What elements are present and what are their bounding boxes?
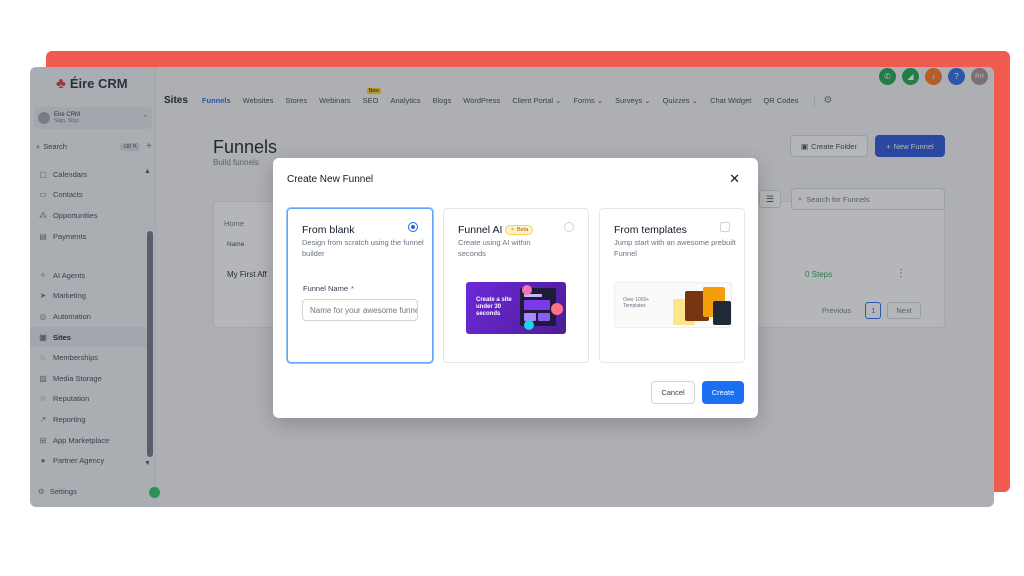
funnel-name-label: Funnel Name * — [303, 284, 354, 293]
option-title: Funnel AI ✧ Beta — [458, 224, 534, 236]
create-button[interactable]: Create — [702, 381, 744, 404]
beta-label: Beta — [516, 227, 529, 234]
option-title: From templates — [614, 224, 687, 236]
radio-from-templates[interactable] — [720, 222, 730, 232]
sparkle-icon: ✧ — [510, 227, 515, 234]
preview-caption: Create a site under 30 seconds — [476, 297, 512, 317]
templates-preview-image: Over 1000+ Templates — [614, 282, 732, 328]
check-icon — [524, 320, 534, 330]
preview-caption: Over 1000+ Templates — [623, 297, 650, 309]
image-icon — [522, 285, 532, 295]
template-card — [713, 301, 731, 325]
option-from-blank[interactable]: From blank Design from scratch using the… — [287, 208, 433, 363]
beta-badge: ✧ Beta — [505, 225, 534, 236]
option-description: Create using AI within seconds — [458, 238, 531, 258]
required-marker: * — [351, 284, 354, 293]
option-from-templates[interactable]: From templates Jump start with an awesom… — [599, 208, 745, 363]
option-title-text: Funnel AI — [458, 224, 503, 236]
funnel-name-label-text: Funnel Name — [303, 284, 349, 293]
create-funnel-modal: Create New Funnel ✕ From blank Design fr… — [273, 158, 758, 418]
cancel-button[interactable]: Cancel — [651, 381, 695, 404]
option-description: Jump start with an awesome prebuilt Funn… — [614, 238, 736, 258]
funnel-name-input[interactable] — [302, 299, 418, 321]
radio-funnel-ai[interactable] — [564, 222, 574, 232]
option-funnel-ai[interactable]: Funnel AI ✧ Beta Create using AI within se… — [443, 208, 589, 363]
radio-from-blank[interactable] — [408, 222, 418, 232]
modal-title: Create New Funnel — [287, 174, 374, 185]
pen-icon — [551, 303, 563, 315]
option-description: Design from scratch using the funnel bui… — [302, 238, 424, 258]
close-icon[interactable]: ✕ — [729, 171, 740, 187]
option-title: From blank — [302, 224, 355, 236]
funnel-ai-preview-image: Create a site under 30 seconds — [466, 282, 566, 334]
